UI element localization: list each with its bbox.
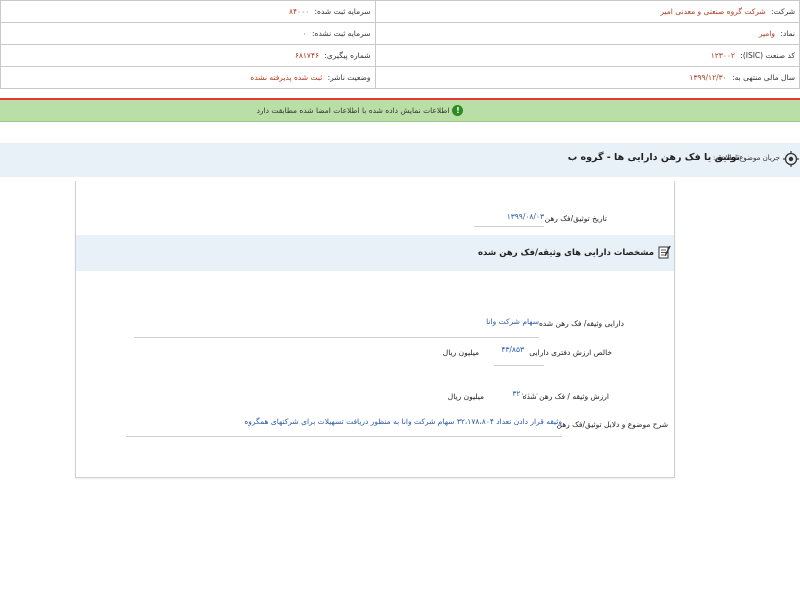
info-row: سال مالی منتهی به: ۱۳۹۹/۱۲/۳۰ وضعیت ناشر… [0,66,800,89]
target-icon [783,151,799,167]
section-header: مشخصات دارایی های وثیقه/فک رهن شده [76,235,674,271]
info-row: شرکت: شرکت گروه صنعتی و معدنی امیر سرمای… [0,0,800,23]
info-icon: ! [452,105,464,116]
collateral-value-value: ۳۲۰،۰۰۰ [512,389,539,398]
alert-text: اطلاعات نمایش داده شده با اطلاعات امضا ش… [256,106,450,115]
tracking-label: شماره پیگیری: [324,51,371,60]
date-value: ۱۳۹۹/۰۸/۰۳ [506,212,544,221]
description-underline [126,436,562,437]
company-cell: شرکت: شرکت گروه صنعتی و معدنی امیر [374,0,800,23]
isic-cell: کد صنعت (ISIC): ۱۲۳۰۰۲ [374,44,800,67]
announcement-form: تاریخ توثیق/فک رهن ۱۳۹۹/۰۸/۰۳ مشخصات دار… [75,181,675,478]
fiscal-year-value: ۱۳۹۹/۱۲/۳۰ [689,73,727,82]
book-value-value: ۴۳/۸۵۳ [501,345,524,354]
asset-label: دارایی وثیقه/ فک رهن شده [538,319,624,328]
subject-title: توثیق یا فک رهن دارایی ها - گروه ب [567,152,740,163]
info-row: کد صنعت (ISIC): ۱۲۳۰۰۲ شماره پیگیری: ۶۸۱… [0,44,800,67]
asset-value: سهام شرکت وانا [486,317,539,326]
book-value-underline [494,365,544,366]
info-row: نماد: وامیر سرمایه ثبت نشده: ۰ [0,22,800,45]
book-value-unit: میلیون ریال [442,348,479,357]
symbol-cell: نماد: وامیر [374,22,800,45]
edit-document-icon [658,245,671,259]
book-value-label: خالص ارزش دفتری دارایی [529,348,612,357]
date-label: تاریخ توثیق/فک رهن [544,214,607,223]
isic-value: ۱۲۳۰۰۲ [710,51,735,60]
fiscal-year-cell: سال مالی منتهی به: ۱۳۹۹/۱۲/۳۰ [374,66,800,89]
registered-capital-label: سرمایه ثبت شده: [314,7,371,16]
tracking-value: ۶۸۱۷۴۶ [294,51,319,60]
section-title: مشخصات دارایی های وثیقه/فک رهن شده [477,248,654,258]
description-label: شرح موضوع و دلایل توثیق/فک رهن [556,420,668,429]
collateral-value-unit: میلیون ریال [447,392,484,401]
tracking-cell: شماره پیگیری: ۶۸۱۷۴۶ [0,44,376,67]
date-underline [474,226,544,227]
unregistered-capital-label: سرمایه ثبت نشده: [312,29,371,38]
verification-alert: ! اطلاعات نمایش داده شده با اطلاعات امضا… [0,100,800,122]
fiscal-year-label: سال مالی منتهی به: [732,73,795,82]
symbol-value: وامیر [758,29,776,38]
unregistered-capital-cell: سرمایه ثبت نشده: ۰ [0,22,376,45]
description-value: وثیقه قرار دادن تعداد ۳۲،۱۷۸،۸۰۴ سهام شر… [244,417,562,426]
unregistered-capital-value: ۰ [302,29,307,38]
company-label: شرکت: [771,7,795,16]
registered-capital-cell: سرمایه ثبت شده: ۸۴۰۰۰ [0,0,376,23]
company-info-table: شرکت: شرکت گروه صنعتی و معدنی امیر سرمای… [0,0,800,89]
registered-capital-value: ۸۴۰۰۰ [288,7,310,16]
status-label: وضعیت ناشر: [327,73,371,82]
status-cell: وضعیت ناشر: ثبت شده پذیرفته نشده [0,66,376,89]
symbol-label: نماد: [780,29,795,38]
isic-label: کد صنعت (ISIC): [740,51,795,60]
company-value: شرکت گروه صنعتی و معدنی امیر [660,7,766,16]
asset-underline [134,337,539,338]
subject-bar: جریان موضوع اطلاعیه: توثیق یا فک رهن دار… [0,143,800,177]
status-value: ثبت شده پذیرفته نشده [250,73,323,82]
